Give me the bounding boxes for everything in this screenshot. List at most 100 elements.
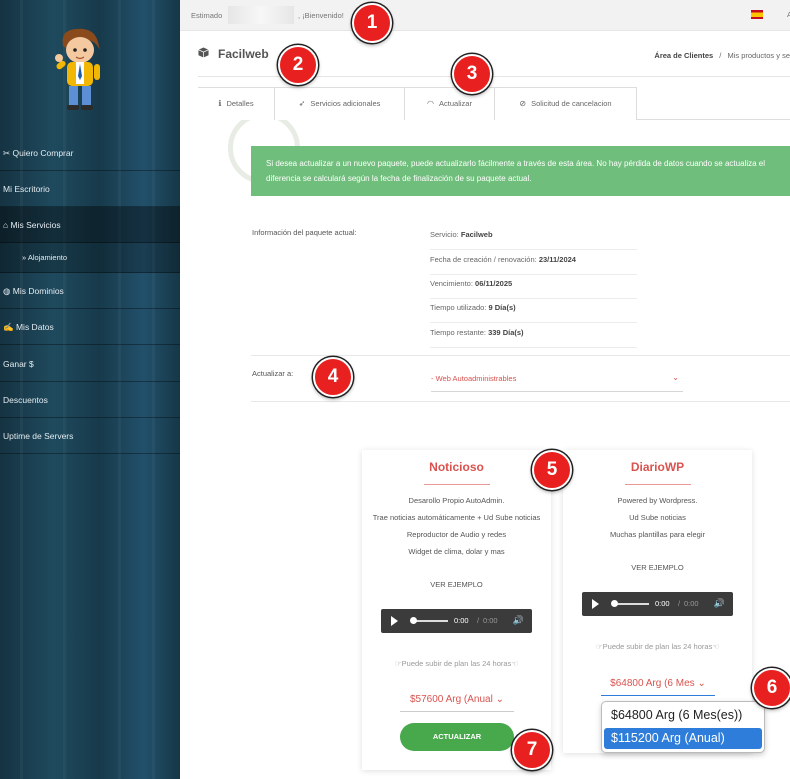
upgrade-select-value: - Web Autoadministrables (431, 374, 517, 383)
actualizar-button[interactable]: ACTUALIZAR (400, 723, 514, 751)
redacted-username (228, 6, 294, 24)
sidebar-item-mi-escritorio[interactable]: Mi Escritorio (0, 171, 180, 207)
info-row-fecha: Fecha de creación / renovación: 23/11/20… (430, 251, 637, 275)
sidebar-item-label: Mis Datos (15, 322, 54, 332)
audio-time-separator: / (678, 599, 681, 608)
page-title: Facilweb (218, 47, 269, 61)
sidebar-item-descuentos[interactable]: Descuentos (0, 382, 180, 418)
audio-player[interactable]: 0:00 / 0:00 🔊 (582, 592, 733, 616)
sidebar-item-mis-datos[interactable]: ✍ Mis Datos (0, 309, 180, 345)
feature-line: Widget de clima, dolar y mas (408, 547, 505, 556)
dropdown-option[interactable]: $64800 Arg (6 Mes(es)) (604, 705, 762, 726)
ver-ejemplo-link[interactable]: VER EJEMPLO (362, 580, 551, 589)
info-value: 9 Día(s) (488, 303, 516, 312)
volume-icon[interactable]: 🔊 (513, 615, 524, 626)
info-value: 23/11/2024 (538, 255, 576, 264)
volume-icon[interactable]: 🔊 (714, 598, 725, 609)
feature-line: Reproductor de Audio y redes (406, 530, 507, 539)
feature-line: Trae noticias automáticamente + Ud Sube … (372, 513, 541, 522)
package-info-label: Información del paquete actual: (252, 228, 357, 237)
spain-flag-icon[interactable] (751, 10, 763, 19)
tab-label: Actualizar (439, 99, 472, 108)
annotation-marker-5: 5 (532, 450, 572, 490)
greeting-suffix: , ¡Bienvenido! (298, 11, 344, 20)
chevron-down-icon: ⌄ (697, 678, 706, 689)
tab-label: Solicitud de cancelacion (531, 99, 612, 108)
sidebar-item-mis-servicios[interactable]: ⌂ Mis Servicios (0, 207, 180, 243)
sidebar-item-alojamiento[interactable]: » Alojamiento (0, 243, 180, 273)
breadcrumb-current[interactable]: Mis productos y se (727, 51, 790, 60)
tab-detalles[interactable]: ℹ Detalles (198, 87, 275, 120)
audio-player[interactable]: 0:00 / 0:00 🔊 (381, 609, 532, 633)
sidebar: ✂ Quiero Comprar Mi Escritorio ⌂ Mis Ser… (0, 0, 180, 779)
avatar-mascot-icon (55, 28, 100, 110)
tab-servicios-adicionales[interactable]: ➶ Servicios adicionales (274, 87, 405, 120)
feature-line: Ud Sube noticias (629, 513, 686, 522)
price-select[interactable]: $64800 Arg (6 Mes ⌄ (601, 672, 715, 696)
info-icon: ℹ (218, 99, 222, 108)
sidebar-item-ganar[interactable]: Ganar $ (0, 346, 180, 382)
audio-total-time: 0:00 (483, 616, 498, 625)
sidebar-item-mis-dominios[interactable]: ◍ Mis Dominios (0, 273, 180, 309)
info-key: Vencimiento: (430, 279, 473, 288)
tab-label: Servicios adicionales (310, 99, 381, 108)
audio-current-time: 0:00 (454, 616, 469, 625)
plan-note: ☞Puede subir de plan las 24 horas☜ (394, 659, 519, 668)
price-select[interactable]: $57600 Arg (Anual ⌄ (400, 688, 514, 712)
breadcrumb: Área de Clientes / Mis productos y se (654, 51, 790, 60)
audio-seek-handle[interactable] (611, 600, 618, 607)
upgrade-select[interactable]: - Web Autoadministrables ⌄ (431, 366, 683, 392)
price-select-value: $57600 Arg (Anual (409, 694, 493, 705)
dropdown-option-highlighted[interactable]: $115200 Arg (Anual) (604, 728, 762, 749)
annotation-marker-7: 7 (512, 730, 552, 770)
annotation-marker-6: 6 (752, 668, 790, 708)
audio-current-time: 0:00 (655, 599, 670, 608)
feature-line: Desarollo Propio AutoAdmin. (408, 496, 505, 505)
annotation-marker-3: 3 (452, 54, 492, 94)
upgrade-label: Actualizar a: (252, 369, 294, 378)
globe-icon: ◍ (3, 286, 11, 296)
sidebar-item-label: Mis Dominios (12, 286, 64, 296)
breadcrumb-separator: / (719, 51, 722, 60)
tab-bar: ℹ Detalles ➶ Servicios adicionales ◠ Actual… (198, 87, 790, 120)
play-icon[interactable] (592, 599, 599, 609)
audio-total-time: 0:00 (684, 599, 699, 608)
chevron-down-icon: ⌄ (495, 694, 504, 705)
sidebar-item-label: Descuentos (3, 395, 48, 405)
rocket-icon: ➶ (298, 99, 306, 108)
tab-solicitud-de-cancelacion[interactable]: ⊘ Solicitud de cancelacion (494, 87, 637, 120)
pencil-icon: ✍ (3, 322, 14, 332)
sidebar-item-label: Alojamiento (27, 253, 68, 262)
divider (251, 355, 790, 356)
title-underline (424, 484, 490, 485)
info-row-vencimiento: Vencimiento: 06/11/2025 (430, 275, 637, 299)
plan-title: Noticioso (429, 460, 484, 474)
info-value: 06/11/2025 (475, 279, 513, 288)
plan-card-noticioso: Noticioso Desarollo Propio AutoAdmin. Tr… (362, 450, 551, 770)
sidebar-item-label: Ganar $ (3, 359, 34, 369)
cube-icon (198, 47, 209, 58)
play-icon[interactable] (391, 616, 398, 626)
feature-line: Muchas plantillas para elegir (609, 530, 706, 539)
info-value: Facilweb (460, 230, 493, 239)
price-dropdown-menu: $64800 Arg (6 Mes(es)) $115200 Arg (Anua… (601, 701, 765, 753)
feature-line: Powered by Wordpress. (617, 496, 698, 505)
ver-ejemplo-link[interactable]: VER EJEMPLO (563, 563, 752, 572)
ban-icon: ⊘ (519, 99, 527, 108)
sidebar-item-uptime-de-servers[interactable]: Uptime de Servers (0, 418, 180, 454)
audio-seek-handle[interactable] (410, 617, 417, 624)
alert-line: Si desea actualizar a un nuevo paquete, … (266, 159, 765, 168)
alert-line: diferencia se calculará según la fecha d… (266, 174, 532, 183)
info-row-tiempo-restante: Tiempo restante: 339 Día(s) (430, 324, 637, 348)
sidebar-item-quiero-comprar[interactable]: ✂ Quiero Comprar (0, 135, 180, 171)
sidebar-item-label: Mis Servicios (10, 220, 61, 230)
greeting-prefix: Estimado (191, 11, 223, 20)
tab-actualizar[interactable]: ◠ Actualizar (404, 87, 495, 120)
price-select-value: $64800 Arg (6 Mes (610, 678, 695, 689)
top-bar: Estimado , ¡Bienvenido! A (180, 0, 790, 31)
info-row-servicio: Servicio: Facilweb (430, 226, 637, 250)
breadcrumb-home-link[interactable]: Área de Clientes (654, 51, 713, 60)
scissors-icon: ✂ (3, 148, 11, 158)
divider (251, 401, 790, 402)
info-value: 339 Día(s) (488, 328, 524, 337)
